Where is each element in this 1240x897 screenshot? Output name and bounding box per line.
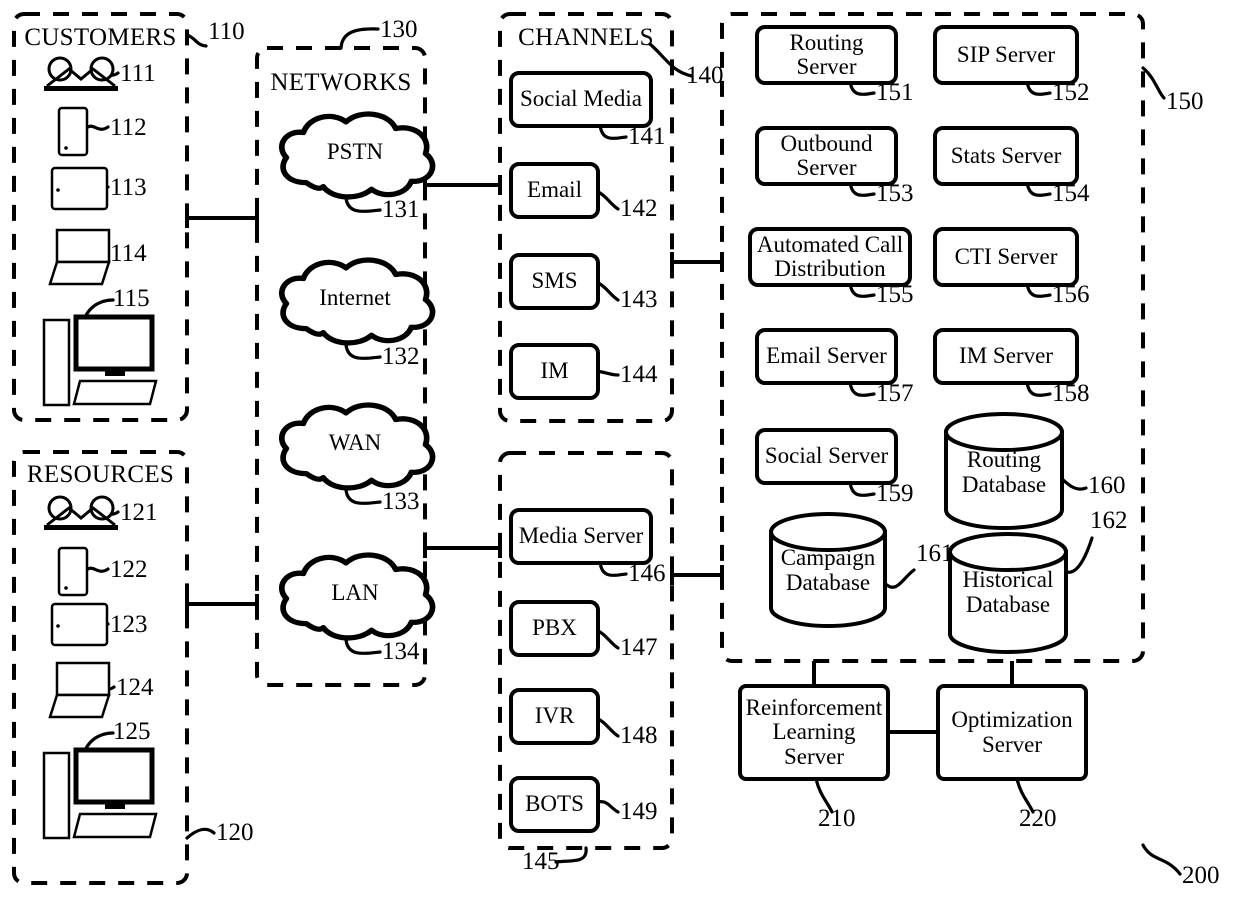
node-sms[interactable]	[509, 253, 600, 310]
ref-153: 153	[876, 180, 914, 207]
desktop-icon	[42, 314, 158, 407]
ref-146: 146	[628, 560, 666, 587]
node-reinforcement-learning-server[interactable]	[738, 684, 890, 781]
leader-145	[554, 846, 588, 864]
ref-112: 112	[110, 114, 147, 141]
wan-label: WAN	[328, 430, 382, 455]
tablet-icon	[50, 602, 109, 647]
leader-122	[84, 566, 110, 573]
node-stats-server[interactable]	[933, 126, 1079, 186]
leader-134	[344, 638, 382, 655]
leader-150	[1141, 66, 1166, 100]
ref-110: 110	[208, 18, 245, 45]
ref-147: 147	[620, 634, 658, 661]
ref-156: 156	[1052, 281, 1090, 308]
ref-145: 145	[522, 848, 560, 875]
ref-143: 143	[620, 286, 658, 313]
channels-group-title: CHANNELS	[518, 24, 654, 51]
ref-148: 148	[620, 722, 658, 749]
ref-220: 220	[1019, 805, 1057, 832]
ref-149: 149	[620, 798, 658, 825]
ref-120: 120	[216, 819, 254, 846]
customer-device-icons	[42, 56, 158, 407]
ref-113: 113	[110, 174, 147, 201]
ref-159: 159	[876, 480, 914, 507]
ref-144: 144	[620, 361, 658, 388]
leader-200	[1141, 843, 1182, 876]
desktop-icon	[42, 747, 158, 840]
phone-icon	[57, 106, 89, 157]
ref-131: 131	[382, 196, 420, 223]
node-acd[interactable]	[748, 227, 912, 287]
networks-group-title: NETWORKS	[270, 69, 412, 96]
patent-figure: CUSTOMERS RESOURCES NETWORKS CHANNELS PS…	[0, 0, 1240, 897]
node-social-server[interactable]	[755, 428, 898, 485]
ref-115: 115	[113, 285, 150, 312]
node-bots[interactable]	[509, 776, 600, 833]
node-email[interactable]	[509, 162, 600, 219]
laptop-icon	[48, 228, 111, 286]
leader-161	[885, 568, 916, 589]
node-email-server[interactable]	[755, 328, 898, 385]
phone-icon	[57, 546, 89, 597]
historical-database-label: Historical Database	[962, 567, 1054, 617]
laptop-icon	[48, 661, 111, 719]
node-cti-server[interactable]	[933, 227, 1079, 287]
leader-130	[339, 27, 380, 50]
ref-140: 140	[686, 62, 724, 89]
ref-111: 111	[120, 60, 156, 87]
internet-label: Internet	[319, 285, 391, 310]
ref-162: 162	[1090, 507, 1128, 534]
ref-134: 134	[382, 638, 420, 665]
resources-group-title: RESOURCES	[26, 461, 175, 488]
leader-110	[185, 33, 208, 48]
ref-157: 157	[876, 380, 914, 407]
ref-124: 124	[116, 674, 154, 701]
leader-132	[344, 343, 382, 360]
node-pbx[interactable]	[509, 600, 600, 657]
routing-database-label: Routing Database	[961, 447, 1047, 497]
ref-133: 133	[382, 488, 420, 515]
lan-label: LAN	[331, 580, 379, 605]
node-sip-server[interactable]	[933, 25, 1079, 85]
node-outbound-server[interactable]	[755, 126, 898, 186]
ref-200: 200	[1182, 862, 1220, 889]
ref-130: 130	[380, 16, 418, 43]
resource-device-icons	[42, 495, 158, 840]
campaign-database-label: Campaign Database	[780, 545, 876, 595]
ref-210: 210	[818, 805, 856, 832]
ref-141: 141	[628, 123, 666, 150]
ref-152: 152	[1052, 79, 1090, 106]
ref-150: 150	[1166, 88, 1204, 115]
node-im[interactable]	[509, 343, 600, 400]
node-routing-server[interactable]	[755, 25, 898, 85]
ref-121: 121	[120, 499, 158, 526]
ref-142: 142	[620, 195, 658, 222]
ref-114: 114	[110, 240, 147, 267]
ref-132: 132	[382, 343, 420, 370]
node-social-media[interactable]	[509, 71, 653, 128]
node-media-server[interactable]	[509, 508, 653, 565]
ref-160: 160	[1088, 472, 1126, 499]
leader-131	[344, 196, 382, 213]
people-icon	[44, 56, 118, 91]
ref-158: 158	[1052, 380, 1090, 407]
node-im-server[interactable]	[933, 328, 1079, 385]
leader-112	[84, 124, 110, 131]
leader-133	[344, 488, 382, 505]
ref-154: 154	[1052, 180, 1090, 207]
ref-161: 161	[916, 540, 954, 567]
node-optimization-server[interactable]	[936, 684, 1088, 781]
node-ivr[interactable]	[509, 688, 600, 745]
customers-group-title: CUSTOMERS	[24, 24, 177, 51]
people-icon	[44, 495, 118, 530]
pstn-label: PSTN	[326, 139, 384, 164]
ref-122: 122	[110, 556, 148, 583]
ref-151: 151	[876, 79, 914, 106]
ref-125: 125	[113, 718, 151, 745]
tablet-icon	[50, 166, 109, 211]
ref-155: 155	[876, 281, 914, 308]
ref-123: 123	[110, 611, 148, 638]
leader-120	[185, 827, 216, 840]
